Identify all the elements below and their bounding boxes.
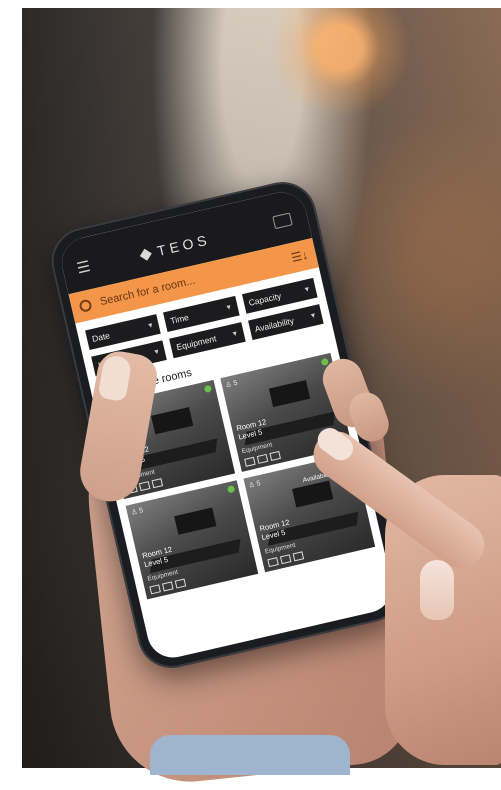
right-thumb-nail [420, 560, 454, 620]
phone-icon [174, 578, 187, 589]
chevron-down-icon: ▼ [230, 329, 240, 339]
search-icon [78, 298, 93, 313]
room-info: Room 12Level 5 [259, 518, 293, 543]
capacity-value: 5 [232, 379, 239, 388]
room-info: Room 12Level 5 [141, 545, 175, 570]
screen-icon [149, 584, 161, 595]
phone-icon [292, 551, 304, 562]
filter-label: Date [91, 330, 111, 344]
room-card[interactable]: ♙ 5 Room 12Level 5 Equipment [125, 480, 258, 600]
phone-icon [151, 478, 164, 489]
cast-screen-icon[interactable] [272, 212, 293, 230]
screen-icon [243, 456, 256, 467]
phone-icon [268, 451, 281, 462]
capacity-label: ♙ 5 [248, 480, 262, 490]
sort-filter-icon[interactable]: ☰↓ [290, 248, 309, 265]
filter-label: Time [169, 311, 190, 326]
filter-label: Equipment [175, 333, 218, 353]
hamburger-icon[interactable]: ☰ [75, 258, 92, 278]
capacity-label: ♙ 5 [130, 507, 145, 517]
chevron-down-icon: ▼ [302, 285, 312, 294]
status-dot [226, 485, 235, 494]
video-icon [279, 554, 291, 565]
screen-icon [266, 557, 279, 568]
status-dot [203, 384, 212, 394]
capacity-label: ♙ 5 [224, 379, 239, 390]
video-icon [138, 481, 151, 492]
video-icon [256, 453, 268, 465]
chevron-down-icon: ▼ [152, 347, 161, 357]
filter-label: Availability [253, 315, 295, 335]
logo-mark-icon: ◆ [137, 244, 154, 265]
logo-text: TEOS [155, 231, 212, 259]
chevron-down-icon: ▼ [146, 321, 155, 330]
filter-label: Capacity [247, 290, 283, 308]
chevron-down-icon: ▼ [309, 311, 318, 321]
capacity-value: 5 [256, 480, 262, 488]
capacity-value: 5 [138, 507, 145, 515]
shirt-sleeve [150, 735, 350, 775]
video-icon [162, 581, 174, 592]
chevron-down-icon: ▼ [224, 303, 233, 312]
app-logo: ◆ TEOS [137, 229, 212, 265]
room-info: Room 12Level 5 [236, 417, 270, 442]
